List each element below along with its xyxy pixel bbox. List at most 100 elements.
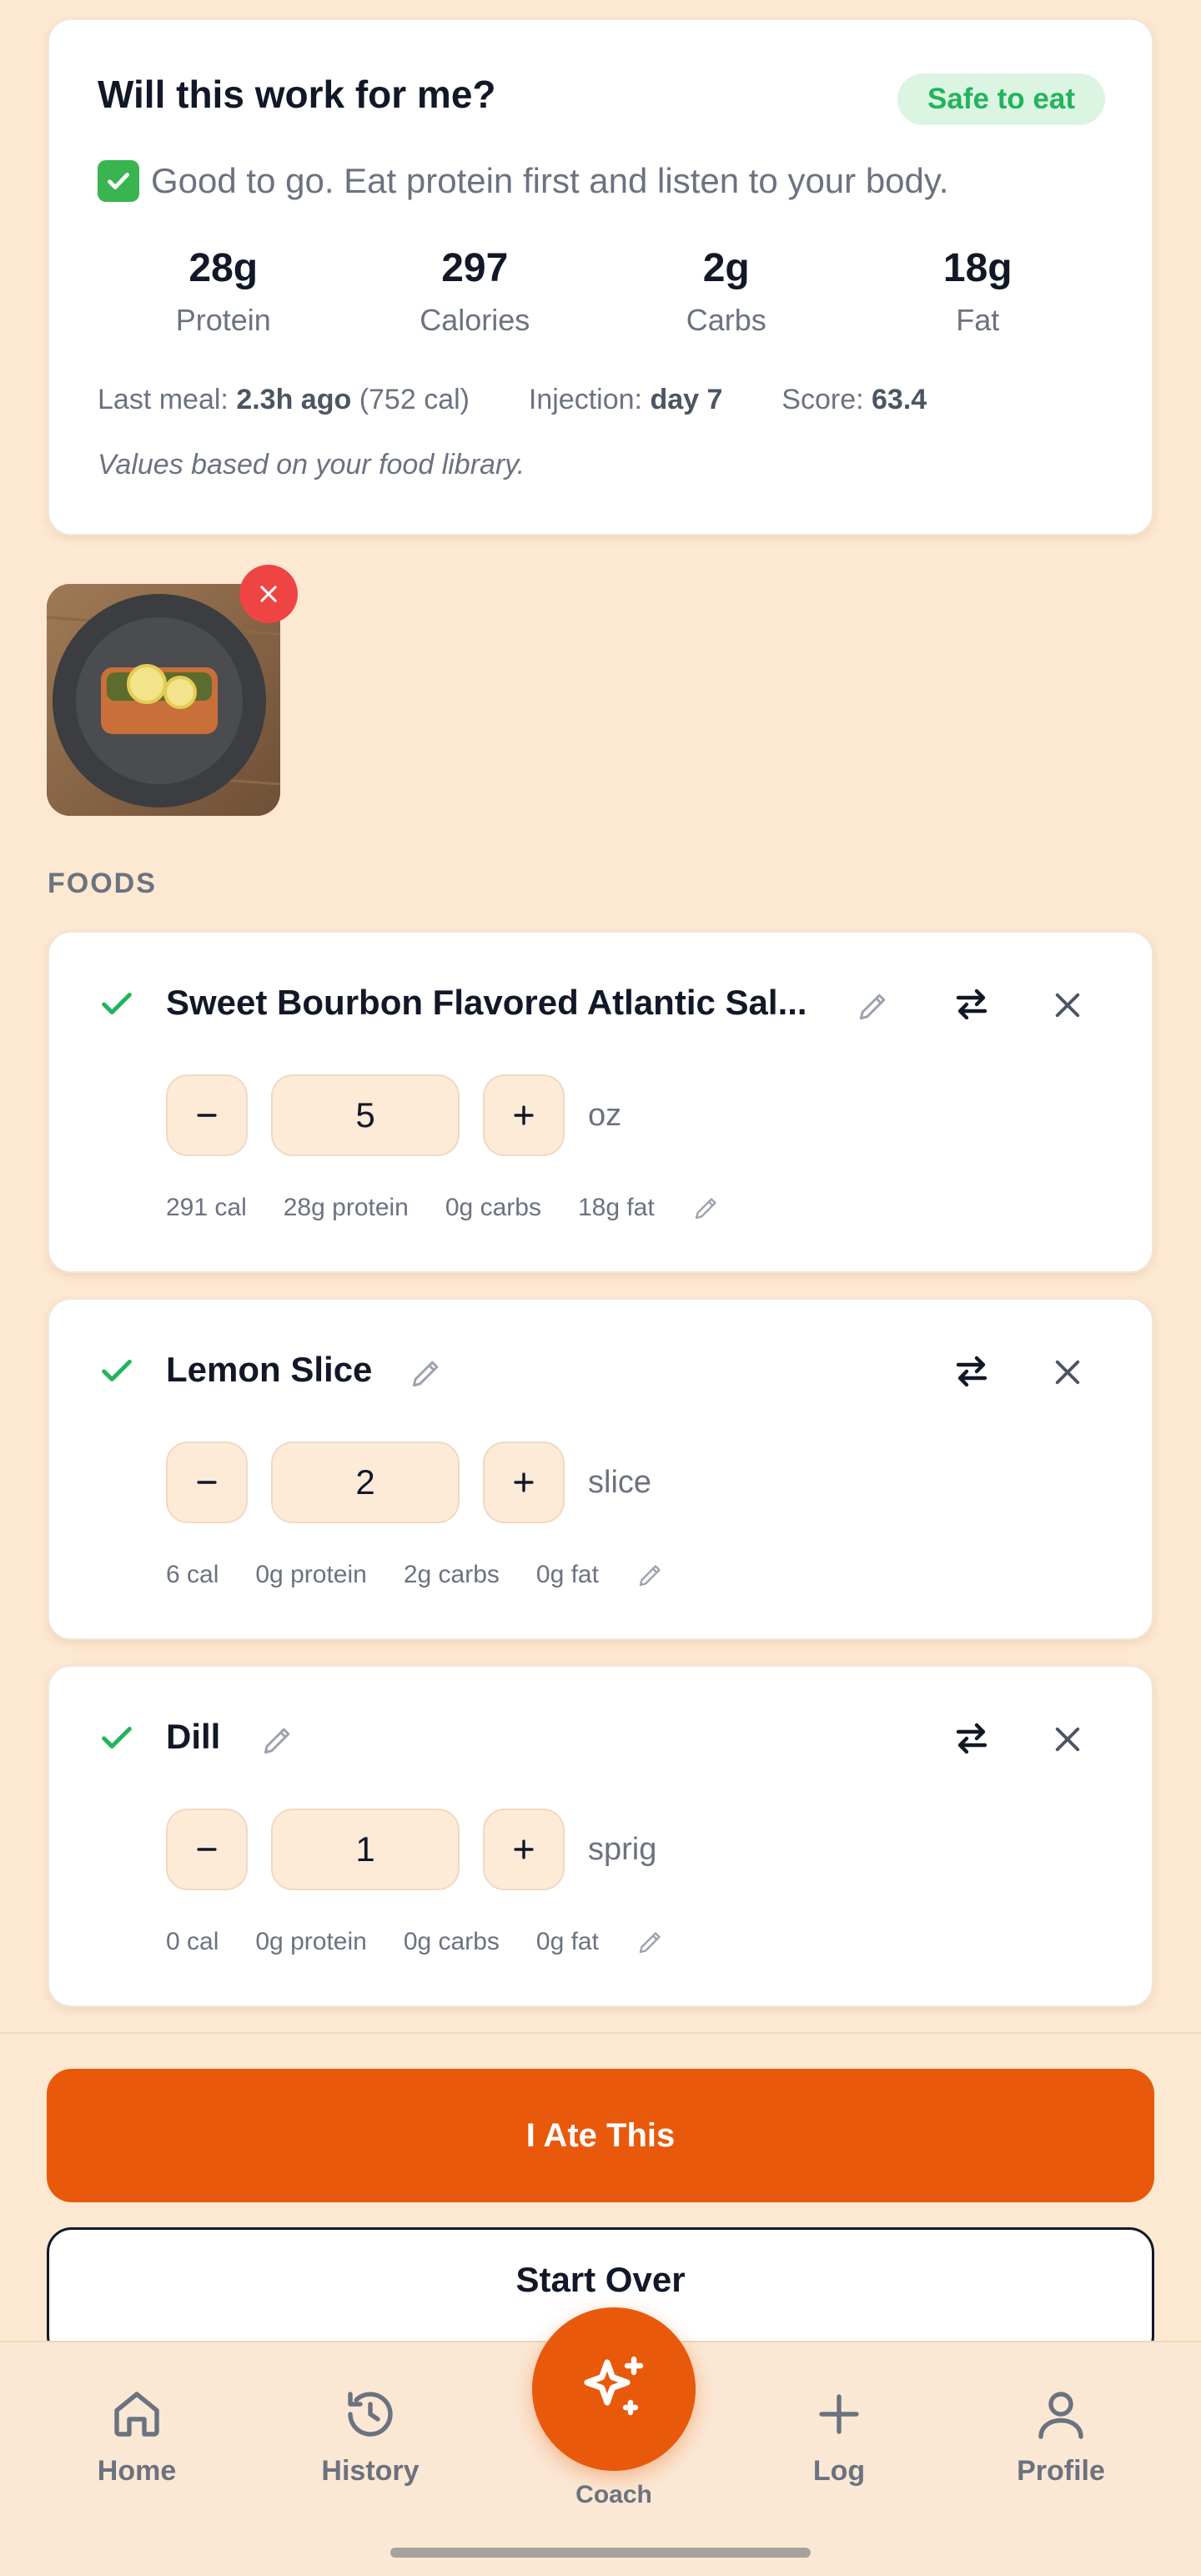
minus-icon (197, 1114, 217, 1117)
home-icon (114, 2392, 159, 2437)
injection-value: day 7 (650, 384, 723, 415)
food-card: Lemon Slice 2 slice 6 cal 0g protein 2g … (48, 1298, 1153, 1640)
nav-home[interactable]: Home (53, 2384, 220, 2488)
score-label: Score: (781, 384, 864, 415)
home-indicator[interactable] (390, 2548, 811, 2558)
plus-icon (514, 1839, 534, 1859)
increment-button[interactable] (483, 1809, 565, 1890)
minus-icon (197, 1481, 217, 1484)
plus-icon (819, 2394, 859, 2434)
check-mark-icon (98, 160, 139, 202)
food-name: Lemon Slice (166, 1350, 373, 1389)
meal-photo[interactable] (47, 584, 280, 816)
macro-value: 297 (441, 246, 509, 290)
quantity-stepper: 1 sprig (166, 1809, 656, 1890)
swap-icon[interactable] (952, 1351, 992, 1391)
macro-protein: 28g Protein (98, 245, 349, 338)
divider (0, 2032, 1201, 2034)
macro-label: Fat (956, 303, 1000, 337)
nav-coach-label: Coach (575, 2481, 652, 2508)
edit-name-pencil-icon[interactable] (259, 1722, 296, 1758)
edit-nutrition-pencil-icon[interactable] (636, 1927, 666, 1957)
nutrition-row: 291 cal 28g protein 0g carbs 18g fat (166, 1193, 721, 1223)
minus-icon (197, 1848, 217, 1851)
check-icon (102, 1726, 132, 1749)
calories-value: 291 cal (166, 1194, 247, 1221)
quantity-input[interactable]: 2 (271, 1441, 460, 1523)
fat-value: 18g fat (577, 1194, 655, 1221)
carbs-value: 0g carbs (403, 1928, 500, 1955)
nav-log[interactable]: Log (756, 2384, 922, 2488)
edit-name-pencil-icon[interactable] (408, 1355, 445, 1391)
increment-button[interactable] (483, 1441, 565, 1523)
macro-fat: 18g Fat (852, 245, 1104, 338)
coach-button[interactable] (532, 2307, 696, 2471)
remove-photo-button[interactable] (239, 565, 298, 623)
summary-title: Will this work for me? (98, 73, 496, 116)
i-ate-this-button[interactable]: I Ate This (47, 2069, 1154, 2202)
plus-icon (514, 1472, 534, 1492)
nav-home-label: Home (97, 2455, 177, 2487)
meal-summary-card: Will this work for me? Safe to eat Good … (48, 18, 1153, 536)
close-icon (260, 586, 277, 602)
nav-profile[interactable]: Profile (977, 2384, 1144, 2488)
last-meal-value: 2.3h ago (236, 384, 352, 415)
last-meal-calories: (752 cal) (359, 384, 470, 415)
remove-food-close-icon[interactable] (1050, 1722, 1085, 1757)
score-value: 63.4 (872, 384, 927, 415)
decrement-button[interactable] (166, 1809, 248, 1890)
decrement-button[interactable] (166, 1074, 248, 1156)
verdict-text: Good to go. Eat protein first and listen… (151, 161, 949, 200)
macro-label: Calories (420, 303, 530, 337)
macro-value: 18g (942, 246, 1013, 290)
macro-value: 2g (702, 246, 750, 290)
increment-button[interactable] (483, 1074, 565, 1156)
protein-value: 28g protein (283, 1194, 409, 1221)
unit-label: oz (588, 1097, 622, 1133)
edit-nutrition-pencil-icon[interactable] (636, 1560, 666, 1590)
nav-history[interactable]: History (287, 2384, 454, 2488)
calories-value: 6 cal (166, 1561, 219, 1588)
quantity-input[interactable]: 1 (271, 1809, 460, 1890)
food-card: Sweet Bourbon Flavored Atlantic Sal... 5… (48, 931, 1153, 1273)
calories-value: 0 cal (166, 1928, 219, 1955)
carbs-value: 0g carbs (445, 1194, 541, 1221)
nutrition-row: 0 cal 0g protein 0g carbs 0g fat (166, 1927, 666, 1957)
last-meal-label: Last meal: (98, 384, 229, 415)
food-name: Dill (166, 1717, 221, 1756)
protein-value: 0g protein (255, 1928, 367, 1955)
sparkle-icon (584, 2356, 644, 2416)
fat-value: 0g fat (535, 1928, 599, 1955)
edit-name-pencil-icon[interactable] (855, 988, 892, 1024)
quantity-stepper: 2 slice (166, 1441, 651, 1523)
user-icon (1038, 2392, 1083, 2439)
food-card: Dill 1 sprig 0 cal 0g protein 0g carbs 0… (48, 1665, 1153, 2007)
check-icon (102, 1359, 132, 1382)
nav-log-label: Log (812, 2455, 866, 2487)
macro-carbs: 2g Carbs (600, 245, 852, 338)
safety-badge: Safe to eat (897, 73, 1105, 125)
macro-label: Protein (175, 303, 271, 337)
swap-icon[interactable] (952, 1718, 992, 1758)
macro-label: Carbs (686, 303, 766, 337)
footnote: Values based on your food library. (98, 449, 525, 480)
quantity-input[interactable]: 5 (271, 1074, 460, 1156)
verdict-line: Good to go. Eat protein first and listen… (98, 160, 948, 202)
remove-food-close-icon[interactable] (1050, 1355, 1085, 1390)
meal-context-line: Last meal: 2.3h ago (752 cal) Injection:… (98, 384, 927, 416)
swap-icon[interactable] (952, 984, 992, 1024)
quantity-stepper: 5 oz (166, 1074, 621, 1156)
nutrition-row: 6 cal 0g protein 2g carbs 0g fat (166, 1560, 666, 1590)
history-icon (348, 2392, 393, 2437)
decrement-button[interactable] (166, 1441, 248, 1523)
nav-history-label: History (321, 2455, 420, 2487)
edit-nutrition-pencil-icon[interactable] (691, 1193, 721, 1223)
fat-value: 0g fat (535, 1561, 599, 1588)
unit-label: slice (588, 1464, 652, 1500)
remove-food-close-icon[interactable] (1050, 988, 1085, 1023)
injection-label: Injection: (528, 384, 642, 415)
nav-profile-label: Profile (1017, 2455, 1105, 2487)
macro-calories: 297 Calories (349, 245, 601, 338)
check-icon (102, 992, 132, 1015)
foods-section-label: FOODS (48, 868, 157, 899)
